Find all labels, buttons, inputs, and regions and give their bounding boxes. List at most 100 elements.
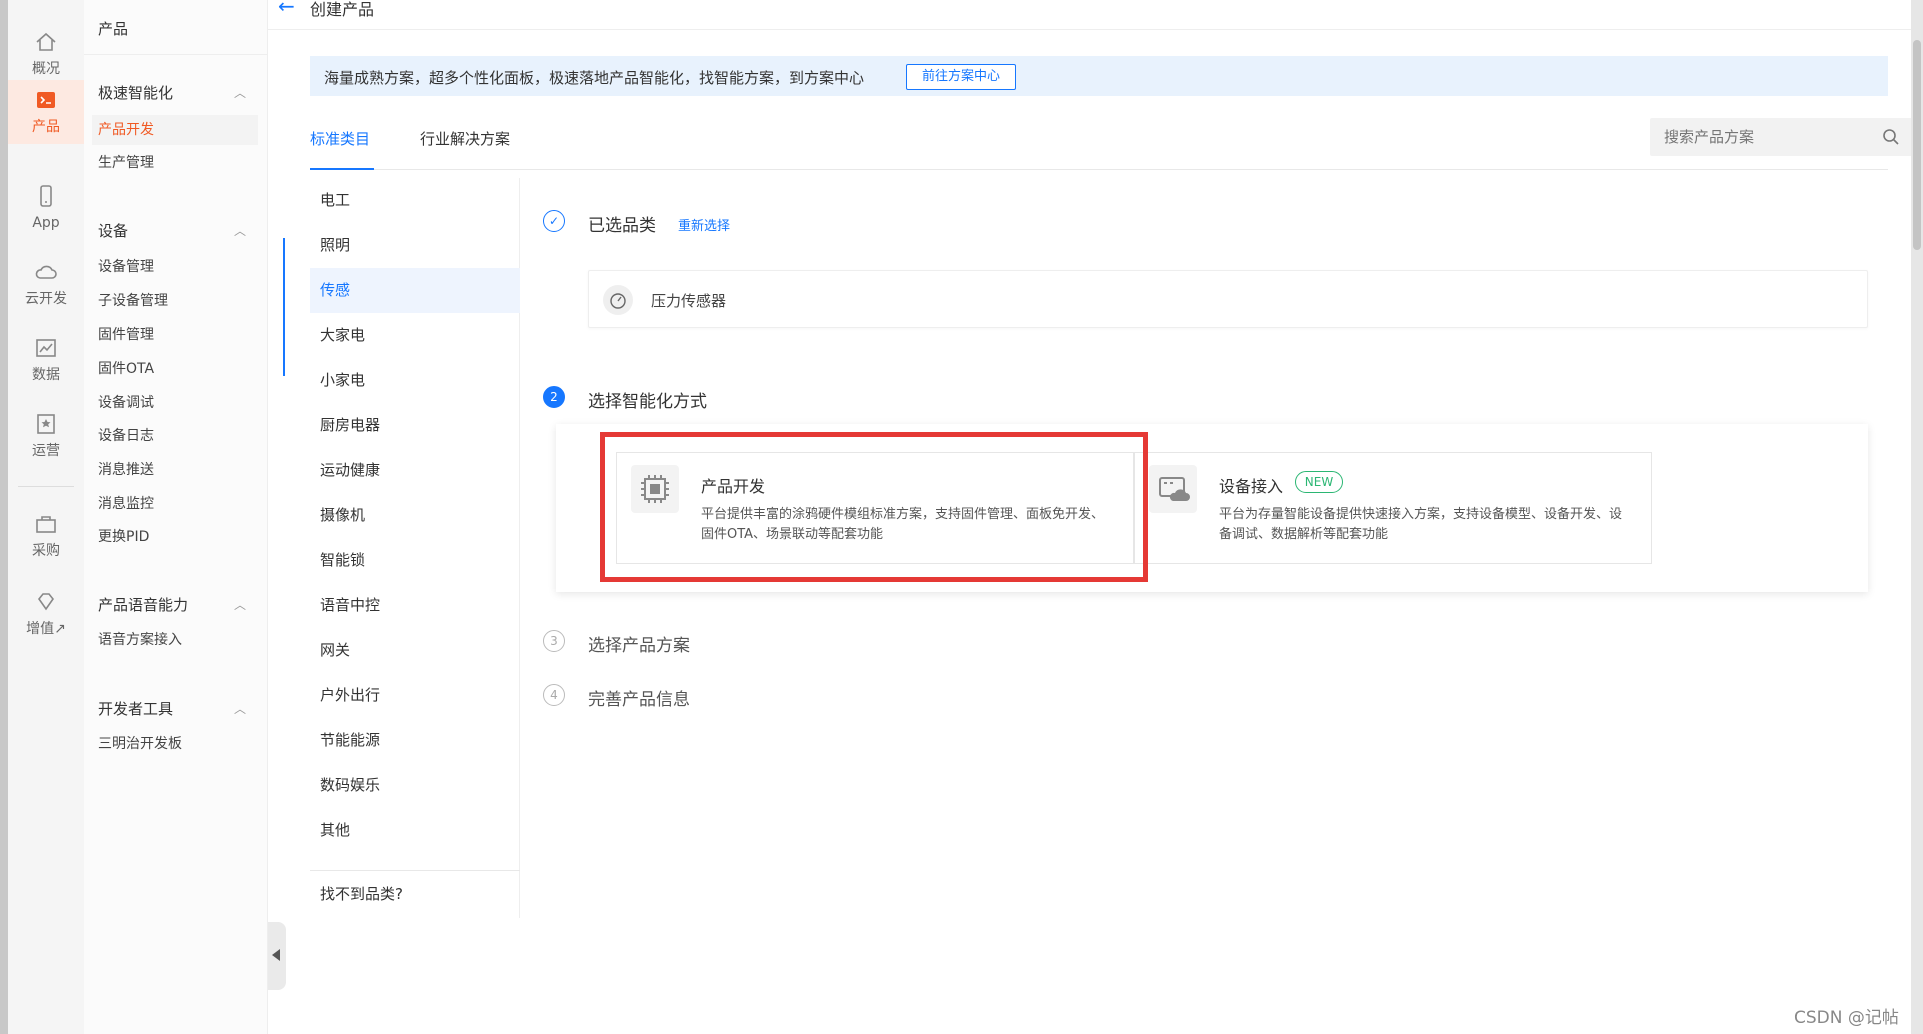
- tab-industry-solutions[interactable]: 行业解决方案: [420, 128, 510, 149]
- go-solution-center-button[interactable]: 前往方案中心: [906, 64, 1016, 90]
- group-fast-smart[interactable]: 极速智能化 ︿: [98, 82, 258, 103]
- app-frame: 概况 产品 App 云开发 数据 运营 采购 增值↗ 产品 极速智能化 ︿ 产品…: [0, 0, 1923, 1034]
- selected-category-card: 压力传感器: [588, 270, 1868, 328]
- watermark: CSDN @记帖: [1794, 1008, 1899, 1028]
- category-item[interactable]: 其他: [310, 808, 520, 853]
- group-title: 产品语音能力: [98, 596, 189, 614]
- rail-item-product[interactable]: 产品: [8, 80, 84, 144]
- cloud-icon: [35, 265, 57, 279]
- subnav-item-product-dev[interactable]: 产品开发: [92, 115, 258, 145]
- badge-icon: [37, 414, 55, 434]
- subnav-item-production[interactable]: 生产管理: [92, 148, 258, 178]
- step-2-title: 选择智能化方式: [588, 392, 707, 412]
- scrollbar[interactable]: [1911, 0, 1923, 1034]
- back-arrow-icon[interactable]: ←: [278, 0, 295, 18]
- category-item[interactable]: 网关: [310, 628, 520, 673]
- category-item[interactable]: 智能锁: [310, 538, 520, 583]
- category-item[interactable]: 电工: [310, 178, 520, 223]
- tab-active-indicator: [310, 168, 374, 170]
- category-item[interactable]: 大家电: [310, 313, 520, 358]
- subnav-item-device-log[interactable]: 设备日志: [92, 421, 258, 451]
- rail-item-data[interactable]: 数据: [8, 328, 84, 392]
- rail-label: 云开发: [25, 291, 67, 307]
- page-title: 创建产品: [310, 0, 375, 19]
- step-2-number: 2: [543, 386, 565, 408]
- rail-item-overview[interactable]: 概况: [8, 22, 84, 86]
- subnav-item-message-monitor[interactable]: 消息监控: [92, 489, 258, 519]
- category-item[interactable]: 厨房电器: [310, 403, 520, 448]
- group-title: 开发者工具: [98, 700, 174, 718]
- category-item[interactable]: 照明: [310, 223, 520, 268]
- rail-label: 数据: [32, 367, 60, 383]
- subnav-item-change-pid[interactable]: 更换PID: [92, 522, 258, 552]
- group-title: 极速智能化: [98, 84, 174, 102]
- page-header: ← 创建产品: [268, 0, 1911, 30]
- subnav-item-subdevice-mgmt[interactable]: 子设备管理: [92, 286, 258, 316]
- category-item[interactable]: 节能能源: [310, 718, 520, 763]
- chevron-up-icon: ︿: [233, 702, 246, 716]
- category-item[interactable]: 户外出行: [310, 673, 520, 718]
- subnav-item-firmware-ota[interactable]: 固件OTA: [92, 354, 258, 384]
- subnav-item-device-debug[interactable]: 设备调试: [92, 388, 258, 418]
- rail-label: 采购: [32, 543, 60, 559]
- step-3-title: 选择产品方案: [588, 636, 690, 656]
- search-input[interactable]: [1664, 126, 1864, 148]
- cart-icon: [36, 516, 56, 533]
- category-item[interactable]: 运动健康: [310, 448, 520, 493]
- step-3-number: 3: [543, 630, 565, 652]
- search-icon[interactable]: [1882, 128, 1900, 146]
- info-banner: 海量成熟方案，超多个性化面板，极速落地产品智能化，找智能方案，到方案中心 前往方…: [310, 56, 1888, 96]
- new-badge: NEW: [1295, 471, 1343, 493]
- subnav-item-message-push[interactable]: 消息推送: [92, 455, 258, 485]
- terminal-icon: [37, 92, 55, 108]
- group-title: 设备: [98, 222, 129, 240]
- step-1-check-icon: ✓: [543, 210, 565, 232]
- chart-icon: [36, 339, 56, 357]
- cloud-device-icon: [1149, 465, 1197, 513]
- category-item[interactable]: 摄像机: [310, 493, 520, 538]
- subnav-item-voice-access[interactable]: 语音方案接入: [92, 625, 258, 655]
- step-connector: [283, 238, 285, 376]
- step-1-title: 已选品类: [588, 216, 656, 236]
- chevron-up-icon: ︿: [233, 86, 246, 100]
- rail-label: 运营: [32, 443, 60, 459]
- rail-item-ops[interactable]: 运营: [8, 404, 84, 468]
- scrollbar-thumb[interactable]: [1913, 40, 1921, 250]
- category-not-found-link[interactable]: 找不到品类?: [320, 883, 403, 904]
- chevron-up-icon: ︿: [233, 598, 246, 612]
- rail-item-value-added[interactable]: 增值↗: [8, 582, 84, 646]
- reselect-link[interactable]: 重新选择: [678, 215, 730, 234]
- rail-item-purchase[interactable]: 采购: [8, 504, 84, 568]
- banner-text: 海量成熟方案，超多个性化面板，极速落地产品智能化，找智能方案，到方案中心: [324, 69, 865, 87]
- category-item-selected[interactable]: 传感: [310, 268, 520, 313]
- tab-standard-category[interactable]: 标准类目: [310, 128, 370, 149]
- secondary-nav: 产品 极速智能化 ︿ 产品开发 生产管理 设备 ︿ 设备管理 子设备管理 固件管理 …: [84, 0, 268, 1034]
- subnav-item-device-mgmt[interactable]: 设备管理: [92, 252, 258, 282]
- category-divider: [310, 870, 520, 871]
- rail-item-app[interactable]: App: [8, 176, 84, 240]
- gauge-icon: [603, 285, 633, 315]
- step-4-number: 4: [543, 684, 565, 706]
- group-device[interactable]: 设备 ︿: [98, 220, 258, 241]
- subnav-title: 产品: [98, 20, 129, 38]
- subnav-divider: [84, 54, 268, 55]
- diamond-icon: [38, 593, 54, 611]
- option-description: 平台为存量智能设备提供快速接入方案，支持设备模型、设备开发、设备调试、数据解析等…: [1219, 507, 1623, 542]
- category-item[interactable]: 数码娱乐: [310, 763, 520, 808]
- rail-divider: [18, 486, 74, 487]
- group-dev-tools[interactable]: 开发者工具 ︿: [98, 698, 258, 719]
- subnav-item-firmware-mgmt[interactable]: 固件管理: [92, 320, 258, 350]
- window-edge: [0, 0, 8, 1034]
- category-item[interactable]: 语音中控: [310, 583, 520, 628]
- category-list: 电工 照明 传感 大家电 小家电 厨房电器 运动健康 摄像机 智能锁 语音中控 …: [310, 178, 520, 918]
- category-tabs: 标准类目 行业解决方案: [310, 118, 1914, 170]
- group-voice[interactable]: 产品语音能力 ︿: [98, 594, 258, 615]
- option-device-access[interactable]: 设备接入 NEW 平台为存量智能设备提供快速接入方案，支持设备模型、设备开发、设…: [1134, 452, 1652, 564]
- rail-label: 概况: [32, 61, 60, 77]
- chevron-up-icon: ︿: [233, 224, 246, 238]
- rail-item-cloud-dev[interactable]: 云开发: [8, 252, 84, 316]
- search-box[interactable]: [1650, 118, 1914, 156]
- subnav-item-sandwich-board[interactable]: 三明治开发板: [92, 729, 258, 759]
- icon-rail: 概况 产品 App 云开发 数据 运营 采购 增值↗: [8, 0, 84, 1034]
- category-item[interactable]: 小家电: [310, 358, 520, 403]
